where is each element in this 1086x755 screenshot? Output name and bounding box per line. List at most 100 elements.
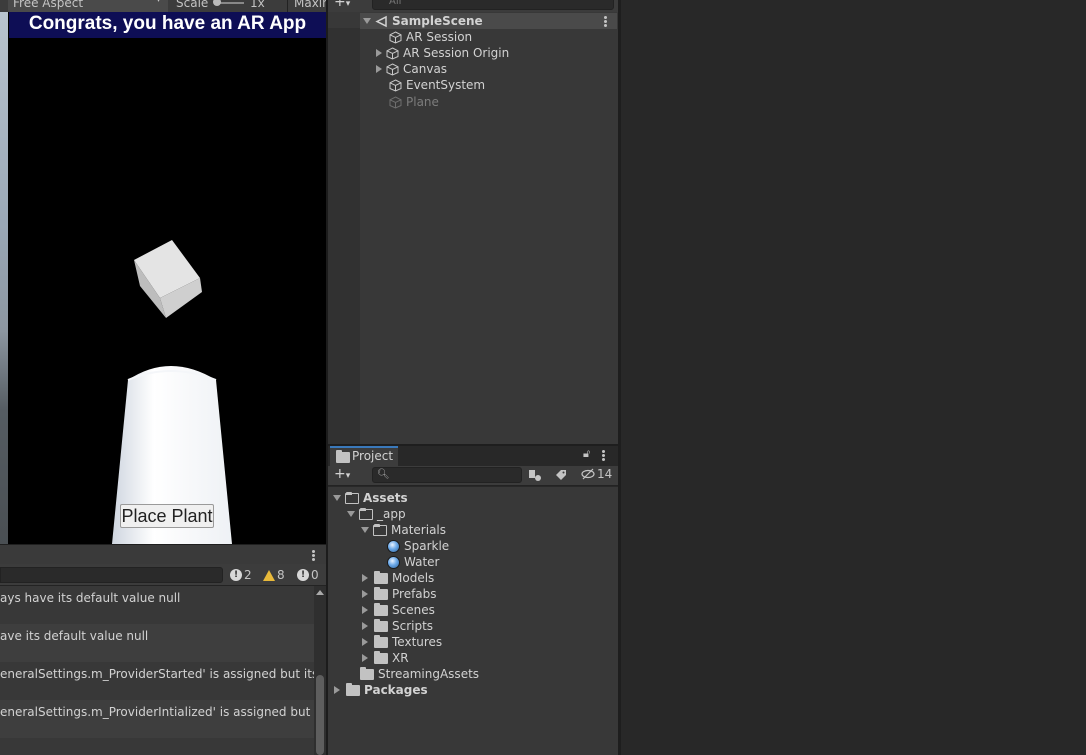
expand-arrow-icon[interactable] — [363, 18, 371, 24]
project-item-streamingassets[interactable]: StreamingAssets — [360, 666, 479, 682]
place-plant-button[interactable]: Place Plant — [120, 504, 214, 528]
project-item-sparkle[interactable]: Sparkle — [387, 538, 449, 554]
expand-arrow-icon[interactable] — [376, 65, 382, 73]
hierarchy-item[interactable]: EventSystem — [389, 77, 485, 93]
log-entry[interactable]: eneralSettings.m_ProviderIntialized' is … — [0, 700, 314, 738]
gameobject-cube-icon — [389, 95, 402, 109]
folder-label: Prefabs — [392, 587, 437, 601]
expand-arrow-icon[interactable] — [361, 527, 369, 533]
hierarchy-item-label: AR Session — [406, 30, 473, 44]
expand-arrow-icon[interactable] — [362, 638, 368, 646]
console-header — [0, 544, 326, 564]
create-button[interactable]: +▾ — [334, 0, 350, 10]
scroll-up-icon[interactable] — [316, 590, 324, 595]
search-by-type-button[interactable] — [528, 468, 546, 484]
expand-arrow-icon[interactable] — [362, 622, 368, 630]
ar-banner-text: Congrats, you have an AR App — [9, 12, 326, 38]
hierarchy-item-label: EventSystem — [406, 78, 486, 92]
create-button[interactable]: +▾ — [334, 466, 350, 482]
camera-background — [0, 12, 8, 544]
asset-label: Sparkle — [404, 539, 450, 553]
warning-icon — [263, 569, 275, 581]
project-item-app[interactable]: _app — [347, 506, 406, 522]
hierarchy-item[interactable]: Canvas — [376, 61, 447, 77]
folder-icon — [374, 602, 388, 616]
warning-count-toggle[interactable]: 8 — [263, 567, 285, 583]
folder-icon — [374, 586, 388, 600]
error-icon: ! — [230, 569, 242, 581]
project-item-materials[interactable]: Materials — [361, 522, 446, 538]
console-search-input[interactable] — [0, 567, 223, 583]
scale-slider-handle[interactable] — [213, 0, 221, 6]
folder-open-icon — [359, 507, 373, 520]
scene-item[interactable]: SampleScene — [363, 13, 483, 29]
warning-count: 8 — [277, 568, 285, 582]
scene-menu-icon[interactable] — [604, 16, 607, 27]
console-toolbar: ! 2 8 ! 0 — [0, 564, 326, 586]
gameobject-cube-icon — [386, 46, 399, 60]
project-item-scripts[interactable]: Scripts — [362, 618, 433, 634]
expand-arrow-icon[interactable] — [362, 654, 368, 662]
maximize-toggle[interactable]: Maxin — [294, 0, 326, 10]
hierarchy-item[interactable]: AR Session — [389, 29, 472, 45]
info-count: 0 — [311, 568, 319, 582]
folder-label: StreamingAssets — [378, 667, 480, 681]
project-item-xr[interactable]: XR — [362, 650, 409, 666]
hierarchy-item-label: Canvas — [403, 62, 448, 76]
console-log-list: ays have its default value null ave its … — [0, 586, 314, 755]
tab-project-label: Project — [352, 449, 394, 463]
scene-name: SampleScene — [392, 14, 483, 28]
error-count-toggle[interactable]: ! 2 — [230, 567, 252, 583]
tag-icon — [556, 470, 566, 480]
hierarchy-item[interactable]: Plane — [389, 94, 439, 110]
aspect-dropdown[interactable]: Free Aspect ▾ — [8, 0, 168, 12]
unity-scene-icon — [375, 15, 387, 27]
folder-icon — [374, 634, 388, 648]
folder-icon — [374, 650, 388, 664]
expand-arrow-icon[interactable] — [362, 590, 368, 598]
scale-label: Scale — [176, 0, 209, 10]
toolbar-divider — [287, 0, 288, 12]
asset-label: Water — [404, 555, 440, 569]
expand-arrow-icon[interactable] — [362, 574, 368, 582]
hidden-count: 14 — [597, 467, 613, 481]
project-item-models[interactable]: Models — [362, 570, 434, 586]
search-by-label-button[interactable] — [554, 468, 572, 484]
folder-label: Scripts — [392, 619, 434, 633]
hierarchy-item-label: Plane — [406, 95, 439, 109]
shapes-icon — [529, 470, 541, 481]
tab-project[interactable]: Project — [330, 446, 398, 466]
project-item-prefabs[interactable]: Prefabs — [362, 586, 437, 602]
log-entry[interactable]: ays have its default value null — [0, 586, 314, 624]
info-count-toggle[interactable]: ! 0 — [297, 567, 319, 583]
console-scroll-thumb[interactable] — [316, 675, 324, 755]
empty-panel-area — [621, 0, 1086, 755]
game-view[interactable]: Congrats, you have an AR App Place Plant — [0, 12, 326, 544]
log-entry[interactable]: eneralSettings.m_ProviderStarted' is ass… — [0, 662, 314, 700]
expand-arrow-icon[interactable] — [376, 49, 382, 57]
console-menu-icon[interactable] — [312, 550, 315, 561]
folder-label: Models — [392, 571, 435, 585]
project-item-assets[interactable]: Assets — [333, 490, 408, 506]
chevron-down-icon: ▾ — [156, 0, 161, 5]
hierarchy-search-input[interactable]: All — [372, 0, 614, 10]
project-menu-icon[interactable] — [602, 450, 605, 461]
project-item-textures[interactable]: Textures — [362, 634, 442, 650]
hidden-packages-toggle[interactable]: 14 — [581, 467, 612, 481]
expand-arrow-icon[interactable] — [362, 606, 368, 614]
project-item-packages[interactable]: Packages — [334, 682, 428, 698]
expand-arrow-icon[interactable] — [347, 511, 355, 517]
project-item-scenes[interactable]: Scenes — [362, 602, 435, 618]
lock-icon[interactable]: 🔓︎ — [583, 447, 590, 461]
log-entry[interactable]: ave its default value null — [0, 624, 314, 662]
expand-arrow-icon[interactable] — [334, 686, 340, 694]
folder-open-icon — [345, 491, 359, 504]
folder-icon — [360, 666, 374, 680]
project-search-input[interactable]: 🔍︎ — [372, 467, 522, 483]
hierarchy-item-label: AR Session Origin — [403, 46, 510, 60]
expand-arrow-icon[interactable] — [333, 495, 341, 501]
search-icon: 🔍︎ — [377, 469, 390, 480]
project-item-water[interactable]: Water — [387, 554, 439, 570]
hierarchy-item[interactable]: AR Session Origin — [376, 45, 509, 61]
folder-icon — [346, 682, 360, 696]
